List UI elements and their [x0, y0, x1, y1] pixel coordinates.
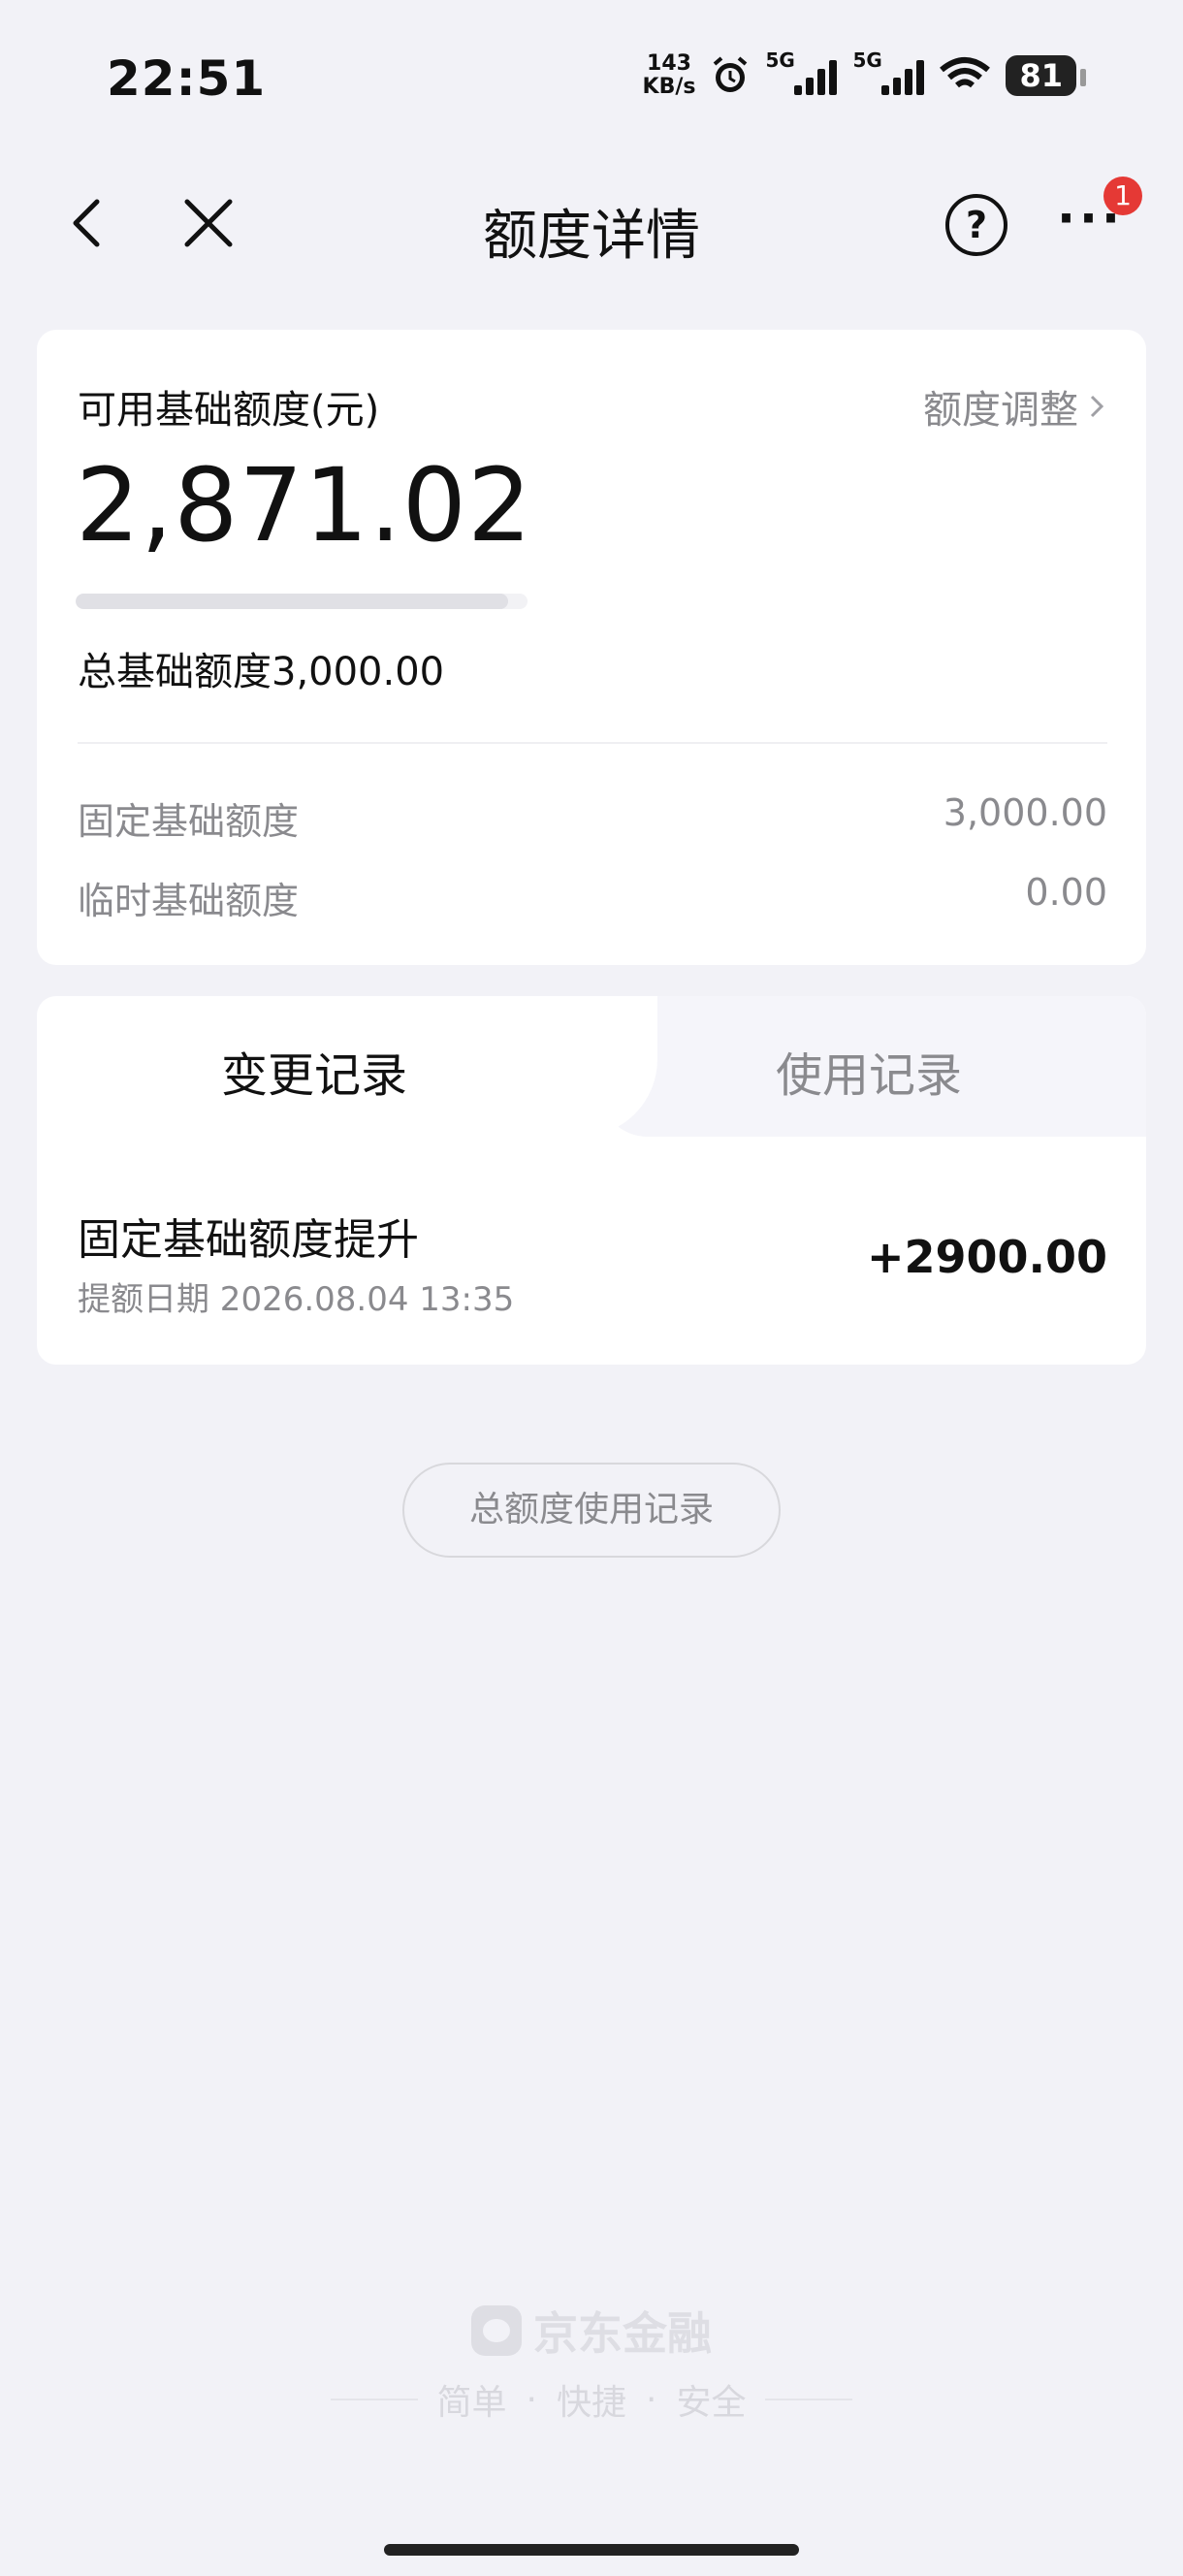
- brand-logo: 京东金融: [471, 2299, 712, 2363]
- notification-badge: 1: [1103, 177, 1142, 215]
- record-title: 固定基础额度提升: [78, 1215, 419, 1265]
- records-tabs: 变更记录 使用记录: [37, 996, 1146, 1137]
- fixed-credit-label: 固定基础额度: [78, 800, 300, 843]
- wifi-icon: [940, 57, 991, 88]
- record-amount: +2900.00: [866, 1231, 1107, 1283]
- credit-adjust-label: 额度调整: [923, 388, 1078, 433]
- status-bar: 22:51 143 KB/s 5G 5G 81: [0, 0, 1183, 145]
- fixed-credit-value: 3,000.00: [943, 791, 1107, 834]
- divider: [765, 2399, 853, 2400]
- brand-slogan: 简单 · 快捷 · 安全: [0, 2374, 1183, 2425]
- total-credit-text: 总基础额度3,000.00: [78, 650, 445, 694]
- network-type-2: 5G: [852, 48, 882, 72]
- home-indicator[interactable]: [384, 2544, 799, 2556]
- network-speed-unit: KB/s: [642, 75, 696, 99]
- temporary-credit-label: 临时基础额度: [78, 880, 300, 922]
- slogan-item: 快捷: [556, 2383, 626, 2423]
- temporary-credit-value: 0.00: [1025, 871, 1107, 914]
- status-time: 22:51: [107, 50, 267, 107]
- signal-icon: 5G: [765, 48, 838, 95]
- network-speed: 143 KB/s: [643, 52, 696, 99]
- credit-usage-bar-fill: [76, 594, 508, 609]
- available-credit-label: 可用基础额度(元): [78, 388, 380, 433]
- tab-usage-records[interactable]: 使用记录: [776, 1037, 962, 1105]
- credit-summary-card: 可用基础额度(元) 额度调整 2,871.02 总基础额度3,000.00 固定…: [37, 330, 1146, 965]
- record-date: 提额日期 2026.08.04 13:35: [78, 1280, 515, 1319]
- records-card: 变更记录 使用记录 固定基础额度提升 提额日期 2026.08.04 13:35…: [37, 996, 1146, 1365]
- slogan-item: 简单: [436, 2383, 507, 2423]
- slogan-item: 安全: [676, 2383, 747, 2423]
- slogan-separator: ·: [526, 2379, 537, 2420]
- brand-logo-icon: [471, 2305, 522, 2356]
- footer-brand: 京东金融 简单 · 快捷 · 安全: [0, 2299, 1183, 2425]
- credit-usage-bar: [76, 594, 528, 609]
- available-credit-amount: 2,871.02: [76, 446, 533, 564]
- network-type-1: 5G: [765, 48, 795, 72]
- battery-icon: 81: [1006, 55, 1086, 96]
- alarm-icon: [714, 56, 748, 92]
- nav-bar: 额度详情 ? ··· 1: [0, 165, 1183, 281]
- tab-change-records[interactable]: 变更记录: [221, 1037, 407, 1105]
- divider: [78, 742, 1107, 744]
- signal-icon: 5G: [852, 48, 925, 95]
- help-icon[interactable]: ?: [945, 194, 1007, 256]
- credit-adjust-link[interactable]: 额度调整: [923, 378, 1107, 435]
- total-usage-records-button[interactable]: 总额度使用记录: [402, 1463, 781, 1558]
- brand-name: 京东金融: [533, 2307, 712, 2360]
- status-icons: 143 KB/s 5G 5G 81: [643, 47, 1086, 105]
- slogan-separator: ·: [646, 2379, 657, 2420]
- more-icon[interactable]: ···: [1057, 194, 1120, 242]
- network-speed-value: 143: [647, 51, 691, 76]
- chevron-right-icon: [1090, 395, 1104, 418]
- divider: [330, 2399, 418, 2400]
